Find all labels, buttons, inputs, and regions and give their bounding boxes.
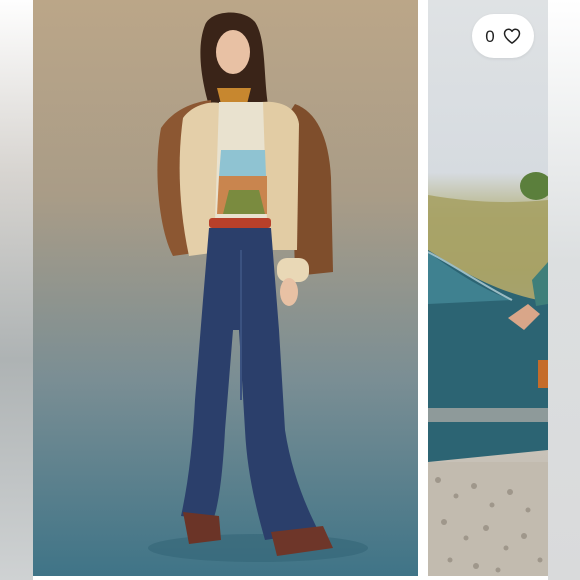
heart-outline-icon xyxy=(503,28,520,44)
next-image-peek xyxy=(548,0,580,580)
like-count: 0 xyxy=(485,26,495,46)
car-scene-illustration xyxy=(428,172,548,576)
product-photo-secondary[interactable] xyxy=(428,0,548,576)
previous-image-peek xyxy=(0,0,33,580)
model-illustration xyxy=(148,12,368,562)
product-photo-main[interactable] xyxy=(33,0,418,576)
image-gallery[interactable] xyxy=(0,0,580,580)
like-button[interactable]: 0 xyxy=(472,14,534,58)
